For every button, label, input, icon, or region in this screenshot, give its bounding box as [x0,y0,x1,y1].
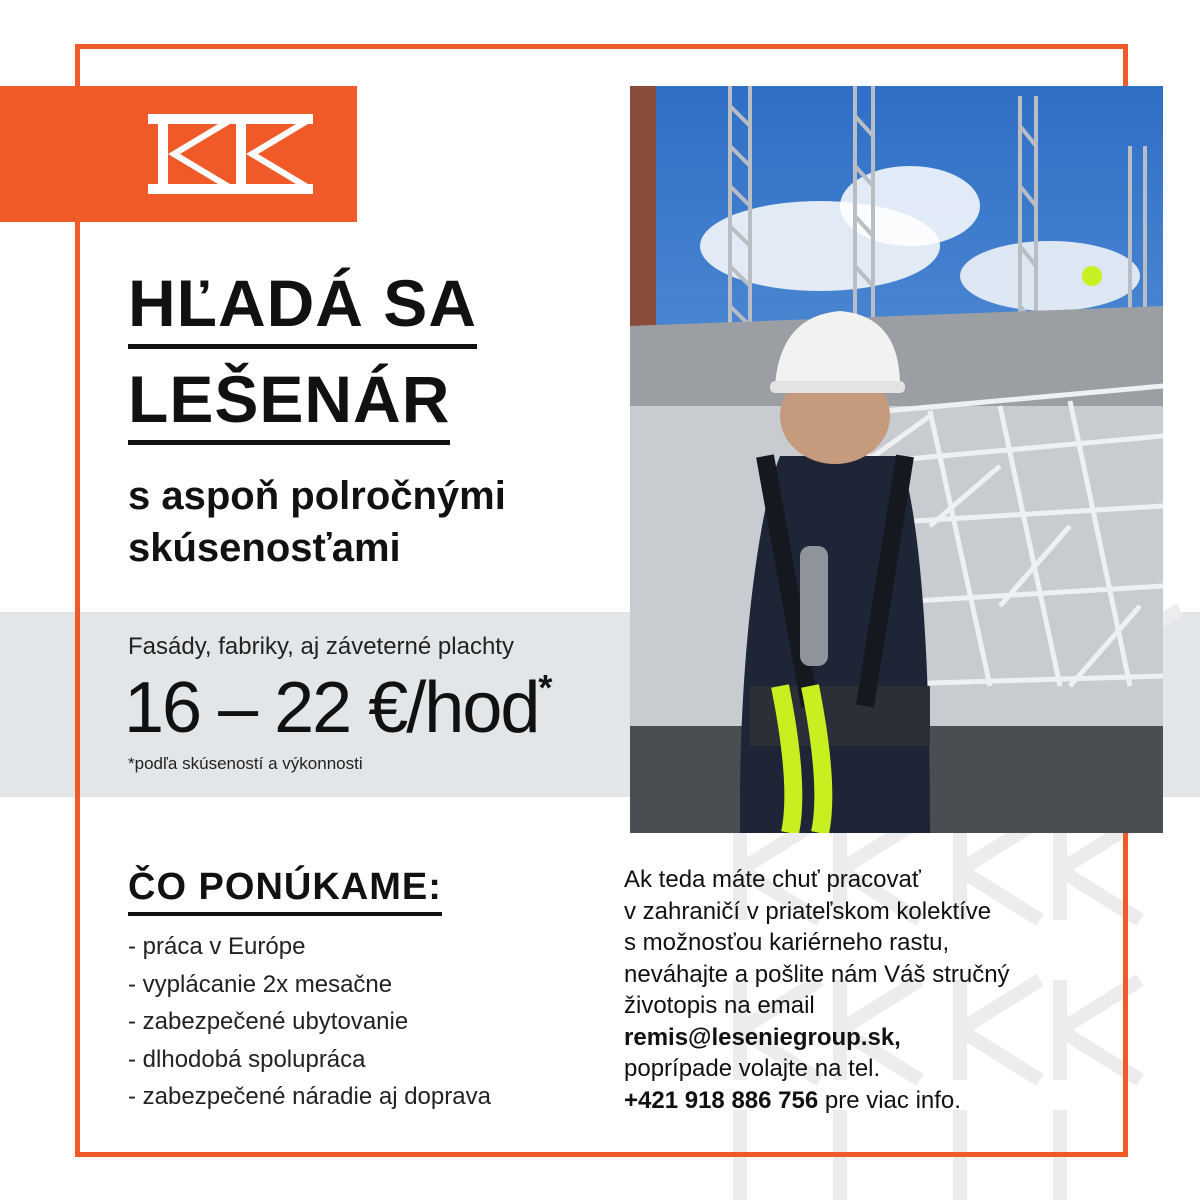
wage-range: 16 – 22 €/hod* [124,670,552,745]
wage-asterisk: * [538,667,552,708]
kk-logo-icon [148,114,313,194]
headline-line-2: LEŠENÁR [128,366,451,445]
work-types-text: Fasády, fabriky, aj záveterné plachty [128,633,514,660]
offer-item: - vyplácanie 2x mesačne [128,970,393,998]
contact-line: v zahraničí v priateľskom kolektíve [624,897,992,925]
headline-subtitle: s aspoň polročnými skúsenosťami [128,474,506,570]
contact-line: s možnosťou kariérneho rastu, [624,929,950,956]
contact-phone-tail: pre viac info. [818,1086,961,1114]
logo-block [0,86,357,222]
offer-item: - dlhodobá spolupráca [128,1045,366,1073]
wage-range-value: 16 – 22 €/hod [124,668,540,748]
wage-footnote: *podľa skúseností a výkonnosti [128,754,363,773]
offer-item: - zabezpečené ubytovanie [128,1008,409,1035]
contact-email-link[interactable]: remis@leseniegroup.sk, [624,1022,1104,1054]
offers-list: - práca v Európe - vyplácanie 2x mesačne… [128,928,491,1116]
offers-title: ČO PONÚKAME: [128,866,442,916]
contact-text: Ak teda máte chuť pracovať v zahraničí v… [624,864,1104,1116]
offer-item: - zabezpečené náradie aj doprava [128,1083,491,1110]
contact-line: poprípade volajte na tel. [624,1055,881,1082]
contact-line: Ak teda máte chuť pracovať [624,866,921,893]
contact-phone-line: +421 918 886 756 pre viac info. [624,1085,1104,1117]
contact-phone-link[interactable]: +421 918 886 756 [624,1087,818,1114]
contact-line: životopis na email [624,992,815,1019]
scaffolder-photo-icon [630,86,1163,833]
contact-line: neváhajte a pošlite nám Váš stručný [624,960,1010,988]
headline-line-1: HĽADÁ SA [128,270,477,349]
offer-item: - práca v Európe [128,933,306,960]
